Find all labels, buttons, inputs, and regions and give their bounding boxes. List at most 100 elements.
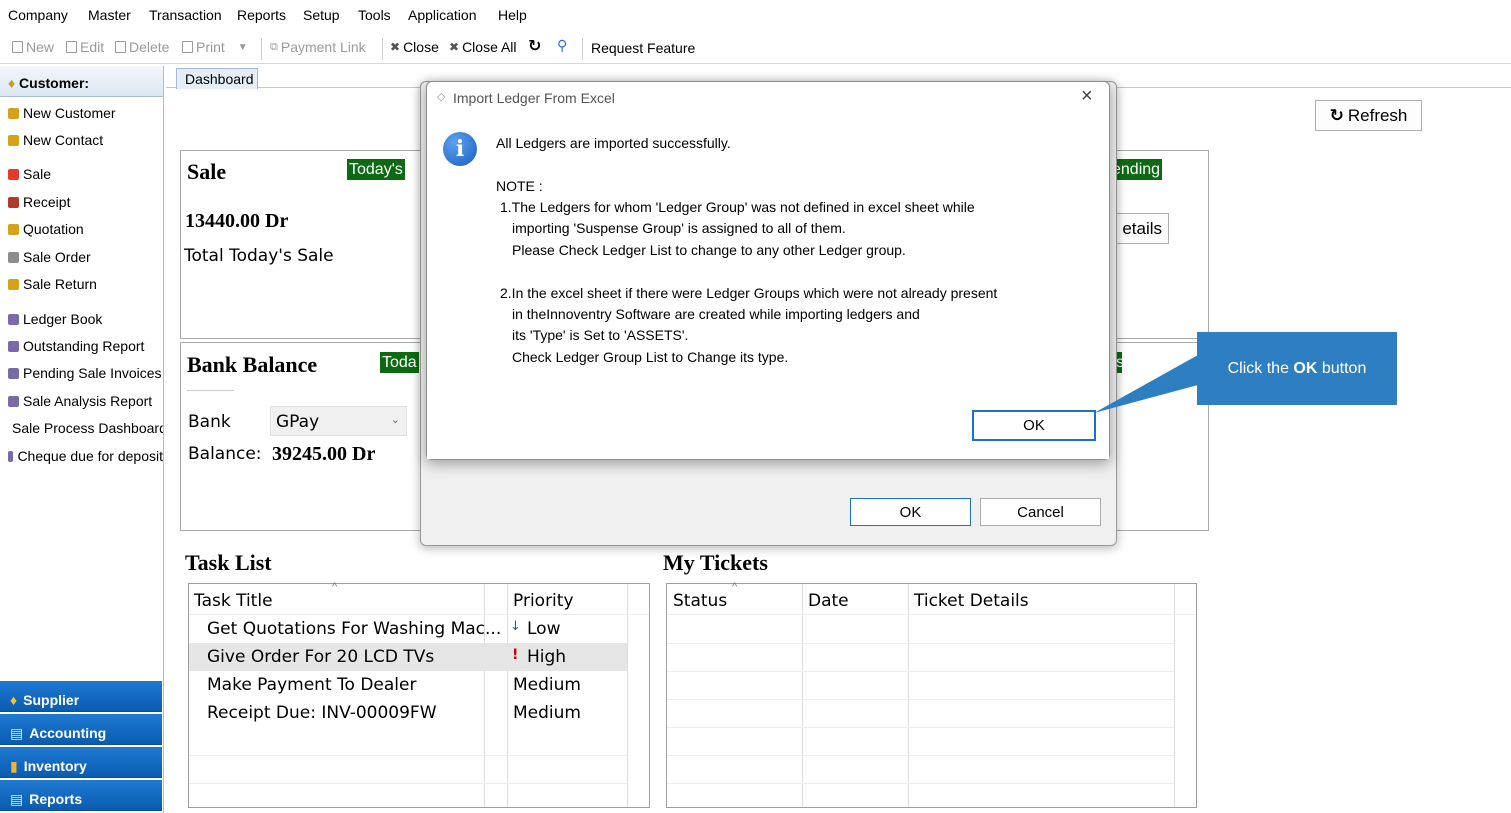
app-icon: ◇ <box>437 91 446 103</box>
new-label: New <box>26 39 55 55</box>
close-all-button[interactable]: ✖ Close All <box>449 39 517 55</box>
column-header-task-title[interactable]: Task Title <box>194 591 273 611</box>
new-button[interactable]: New <box>12 39 54 55</box>
sale-title: Sale <box>187 159 227 184</box>
sale-amount: 13440.00 Dr <box>185 210 289 232</box>
section-supplier[interactable]: ♦ Supplier <box>0 681 162 712</box>
callout-box: Click the OK button <box>1197 332 1397 405</box>
sidebar-item-pending-sale-invoices[interactable]: Pending Sale Invoices <box>8 365 163 381</box>
edit-label: Edit <box>80 39 105 55</box>
sidebar-item-sale-return[interactable]: Sale Return <box>8 276 163 292</box>
sidebar-item-cheque-due[interactable]: Cheque due for deposit <box>8 448 163 464</box>
task-list-title: Task List <box>185 550 272 575</box>
section-label: Inventory <box>23 758 87 774</box>
close-all-icon: ✖ <box>449 40 460 54</box>
back-ok-button[interactable]: OK <box>850 498 971 526</box>
toolbar-separator <box>382 38 383 60</box>
menu-master[interactable]: Master <box>88 7 131 23</box>
table-row[interactable]: Make Payment To Dealer Medium <box>189 671 627 699</box>
bank-select[interactable]: GPay ⌄ <box>270 406 407 436</box>
column-header-ticket-details[interactable]: Ticket Details <box>914 591 1029 611</box>
edit-icon <box>66 41 77 53</box>
sidebar-item-quotation[interactable]: Quotation <box>8 221 163 237</box>
sidebar-item-ledger-book[interactable]: Ledger Book <box>8 311 163 327</box>
back-cancel-button[interactable]: Cancel <box>980 498 1101 526</box>
section-inventory[interactable]: ▮ Inventory <box>0 747 162 778</box>
reports-icon: ▤ <box>10 790 24 807</box>
menu-setup[interactable]: Setup <box>303 7 340 23</box>
bank-balance-title: Bank Balance <box>187 352 318 377</box>
sidebar-item-label: Cheque due for deposit <box>17 448 163 464</box>
sale-icon <box>8 168 19 180</box>
sale-order-icon <box>8 251 19 263</box>
menu-help[interactable]: Help <box>498 7 527 23</box>
grid-line <box>802 584 803 807</box>
customer-icon <box>8 107 19 119</box>
sidebar-item-label: Receipt <box>23 194 71 210</box>
balance-label: Balance: <box>188 444 262 464</box>
close-icon[interactable]: × <box>1081 85 1093 108</box>
payment-link-button[interactable]: ⧉ Payment Link <box>270 39 366 55</box>
grid-line <box>189 783 627 784</box>
sidebar-item-sale-order[interactable]: Sale Order <box>8 249 163 265</box>
low-priority-icon: ↓ <box>510 619 521 634</box>
section-reports[interactable]: ▤ Reports <box>0 780 162 811</box>
sidebar-item-sale-analysis-report[interactable]: Sale Analysis Report <box>8 393 163 409</box>
sidebar-item-new-customer[interactable]: New Customer <box>8 105 163 121</box>
info-icon: i <box>443 132 477 166</box>
close-button[interactable]: ✖ Close <box>390 39 439 55</box>
column-header-status[interactable]: Status <box>673 591 727 611</box>
sidebar-item-sale-process-dashboard[interactable]: Sale Process Dashboard <box>8 420 163 436</box>
dialog-note-line: in theInnoventry Software are created wh… <box>512 306 920 322</box>
refresh-button[interactable]: ↻ Refresh <box>1315 100 1422 131</box>
section-label: Supplier <box>23 692 80 708</box>
menu-company[interactable]: Company <box>8 7 68 23</box>
menu-transaction[interactable]: Transaction <box>149 7 222 23</box>
task-title-cell: Get Quotations For Washing Mac... <box>207 619 502 639</box>
delete-icon <box>115 41 126 53</box>
callout-bold-text: OK <box>1293 359 1318 377</box>
close-icon: ✖ <box>390 40 401 54</box>
delete-button[interactable]: Delete <box>115 39 169 55</box>
report-icon <box>8 367 19 379</box>
menu-bar: Company Master Transaction Reports Setup… <box>0 0 1511 30</box>
print-dropdown-icon[interactable]: ▼ <box>238 42 248 53</box>
column-header-date[interactable]: Date <box>808 591 849 611</box>
report-icon <box>8 313 19 325</box>
table-row[interactable]: Give Order For 20 LCD TVs ! High <box>189 643 627 671</box>
task-title-cell: Receipt Due: INV-00009FW <box>207 703 437 723</box>
toolbar-separator <box>261 38 262 60</box>
dialog-title-bar: ◇ Import Ledger From Excel × <box>427 82 1109 113</box>
search-icon[interactable]: ⚲ <box>557 37 567 54</box>
reload-icon[interactable]: ↻ <box>528 36 541 56</box>
sidebar-item-label: New Contact <box>23 132 104 148</box>
sidebar-item-outstanding-report[interactable]: Outstanding Report <box>8 338 163 354</box>
request-feature-button[interactable]: Request Feature <box>591 40 695 56</box>
table-row[interactable]: Receipt Due: INV-00009FW Medium <box>189 699 627 727</box>
menu-reports[interactable]: Reports <box>237 7 286 23</box>
priority-cell: Low <box>527 619 561 639</box>
callout-text: button <box>1317 359 1367 377</box>
column-header-priority[interactable]: Priority <box>513 591 574 611</box>
sidebar-item-label: Quotation <box>23 221 84 237</box>
sidebar-item-label: Outstanding Report <box>23 338 145 354</box>
dialog-note-line: its 'Type' is Set to 'ASSETS'. <box>512 327 689 343</box>
customer-icon: ♦ <box>8 75 16 91</box>
refresh-label: Refresh <box>1347 105 1408 125</box>
menu-tools[interactable]: Tools <box>358 7 391 23</box>
edit-button[interactable]: Edit <box>66 39 104 55</box>
report-icon <box>8 395 19 407</box>
section-accounting[interactable]: ▤ Accounting <box>0 714 162 745</box>
sidebar-item-new-contact[interactable]: New Contact <box>8 132 163 148</box>
sidebar-item-receipt[interactable]: Receipt <box>8 194 163 210</box>
sale-caption: Total Today's Sale <box>184 246 334 266</box>
print-icon <box>182 41 193 53</box>
grid-line <box>667 643 1174 644</box>
table-row[interactable]: Get Quotations For Washing Mac... ↓ Low <box>189 615 627 643</box>
bank-label: Bank <box>188 412 231 432</box>
menu-application[interactable]: Application <box>408 7 477 23</box>
tab-dashboard[interactable]: Dashboard <box>176 68 258 89</box>
print-button[interactable]: Print ▼ <box>182 39 248 55</box>
dialog-message: All Ledgers are imported successfully. <box>496 135 731 151</box>
sidebar-item-sale[interactable]: Sale <box>8 166 163 182</box>
